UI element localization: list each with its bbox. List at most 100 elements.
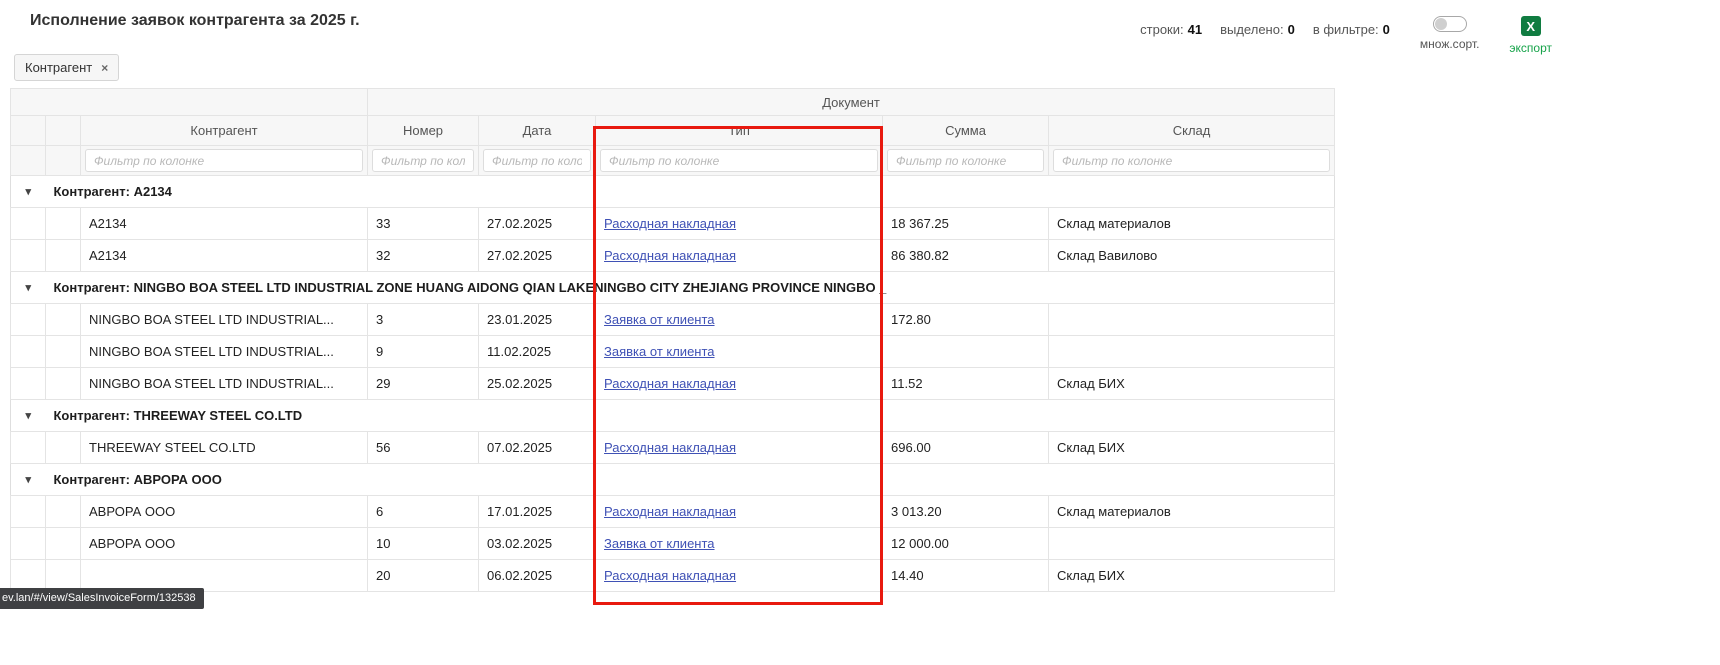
sum-cell	[883, 336, 1049, 368]
row-spacer	[11, 368, 46, 400]
row-spacer	[11, 560, 46, 592]
selected-count: выделено:0	[1220, 22, 1295, 37]
multisort-toggle[interactable]	[1433, 16, 1467, 32]
document-link[interactable]: Заявка от клиента	[604, 536, 714, 551]
number-cell: 9	[368, 336, 479, 368]
number-cell: 32	[368, 240, 479, 272]
type-cell: Расходная накладная	[596, 240, 883, 272]
filter-input-type[interactable]	[600, 149, 878, 172]
table-row[interactable]: THREEWAY STEEL CO.LTD5607.02.2025Расходн…	[11, 432, 1335, 464]
group-label: Контрагент: THREEWAY STEEL CO.LTD	[46, 400, 1335, 432]
filter-input-warehouse[interactable]	[1053, 149, 1330, 172]
document-link[interactable]: Расходная накладная	[604, 376, 736, 391]
number-cell: 29	[368, 368, 479, 400]
document-link[interactable]: Расходная накладная	[604, 248, 736, 263]
group-label: Контрагент: АВРОРА ООО	[46, 464, 1335, 496]
group-collapse-icon[interactable]: ▾	[11, 400, 46, 432]
group-label: Контрагент: А2134	[46, 176, 1335, 208]
table-row[interactable]: 2006.02.2025 Расходная накладная 14.40Скла…	[11, 560, 1335, 592]
row-selector	[46, 560, 81, 592]
table-row[interactable]: АВРОРА ООО1003.02.2025Заявка от клиента1…	[11, 528, 1335, 560]
table-row[interactable]: АВРОРА ООО617.01.2025 Расходная накладная…	[11, 496, 1335, 528]
column-header-sum[interactable]: Сумма	[883, 116, 1049, 146]
chip-remove-icon[interactable]: ×	[101, 62, 108, 74]
row-selector	[46, 208, 81, 240]
row-spacer	[11, 528, 46, 560]
type-cell: Расходная накладная	[596, 496, 883, 528]
group-row: ▾Контрагент: NINGBO BOA STEEL LTD INDUST…	[11, 272, 1335, 304]
date-cell: 27.02.2025	[479, 240, 596, 272]
warehouse-cell	[1049, 336, 1335, 368]
warehouse-cell: Склад БИХ	[1049, 432, 1335, 464]
selected-count-value: 0	[1288, 22, 1295, 37]
row-selector	[46, 336, 81, 368]
document-group-header: Документ	[368, 89, 1335, 116]
header-blank-area	[11, 89, 368, 116]
column-header-counterparty[interactable]: Контрагент	[81, 116, 368, 146]
table-row[interactable]: NINGBO BOA STEEL LTD INDUSTRIAL...911.02…	[11, 336, 1335, 368]
export-control: X экспорт	[1509, 16, 1552, 55]
group-collapse-icon[interactable]: ▾	[11, 176, 46, 208]
group-row: ▾Контрагент: THREEWAY STEEL CO.LTD	[11, 400, 1335, 432]
counterparty-cell: АВРОРА ООО	[81, 496, 368, 528]
group-collapse-icon[interactable]: ▾	[11, 464, 46, 496]
column-header-date[interactable]: Дата	[479, 116, 596, 146]
filter-input-counterparty[interactable]	[85, 149, 363, 172]
sum-cell: 172.80	[883, 304, 1049, 336]
multisort-label: множ.сорт.	[1420, 37, 1480, 51]
column-header-number[interactable]: Номер	[368, 116, 479, 146]
counterparty-cell: NINGBO BOA STEEL LTD INDUSTRIAL...	[81, 336, 368, 368]
counterparty-cell: АВРОРА ООО	[81, 528, 368, 560]
filter-input-sum[interactable]	[887, 149, 1044, 172]
select-column-header	[46, 116, 81, 146]
document-link[interactable]: Расходная накладная	[604, 504, 736, 519]
type-cell: Расходная накладная	[596, 560, 883, 592]
row-selector	[46, 496, 81, 528]
sum-cell: 12 000.00	[883, 528, 1049, 560]
sum-cell: 14.40	[883, 560, 1049, 592]
table-stats: строки:41 выделено:0 в фильтре:0	[1140, 22, 1390, 37]
document-link[interactable]: Заявка от клиента	[604, 344, 714, 359]
table-row[interactable]: А21343327.02.2025Расходная накладная18 3…	[11, 208, 1335, 240]
active-filters-bar: Контрагент ×	[14, 54, 1720, 84]
table-row[interactable]: NINGBO BOA STEEL LTD INDUSTRIAL...2925.0…	[11, 368, 1335, 400]
warehouse-cell: Склад БИХ	[1049, 560, 1335, 592]
row-spacer	[11, 208, 46, 240]
table-body: ▾Контрагент: А2134А21343327.02.2025Расхо…	[11, 176, 1335, 592]
group-label: Контрагент: NINGBO BOA STEEL LTD INDUSTR…	[46, 272, 1335, 304]
table-row[interactable]: NINGBO BOA STEEL LTD INDUSTRIAL...323.01…	[11, 304, 1335, 336]
filter-input-number[interactable]	[372, 149, 474, 172]
document-link[interactable]: Расходная накладная	[604, 568, 736, 583]
filter-chip-counterparty[interactable]: Контрагент ×	[14, 54, 119, 81]
column-header-type[interactable]: Тип	[596, 116, 883, 146]
page-title: Исполнение заявок контрагента за 2025 г.	[30, 12, 360, 30]
date-cell: 06.02.2025	[479, 560, 596, 592]
sum-cell: 18 367.25	[883, 208, 1049, 240]
table-row[interactable]: А21343227.02.2025Расходная накладная86 3…	[11, 240, 1335, 272]
number-cell: 20	[368, 560, 479, 592]
sum-cell: 3 013.20	[883, 496, 1049, 528]
document-link[interactable]: Расходная накладная	[604, 216, 736, 231]
date-cell: 17.01.2025	[479, 496, 596, 528]
sum-cell: 696.00	[883, 432, 1049, 464]
document-link[interactable]: Заявка от клиента	[604, 312, 714, 327]
date-cell: 23.01.2025	[479, 304, 596, 336]
export-label: экспорт	[1509, 41, 1552, 55]
excel-export-icon[interactable]: X	[1521, 16, 1541, 36]
column-header-warehouse[interactable]: Склад	[1049, 116, 1335, 146]
group-collapse-icon[interactable]: ▾	[11, 272, 46, 304]
row-spacer	[11, 336, 46, 368]
counterparty-cell: А2134	[81, 208, 368, 240]
expand-column-header	[11, 116, 46, 146]
row-spacer	[11, 240, 46, 272]
warehouse-cell: Склад БИХ	[1049, 368, 1335, 400]
number-cell: 6	[368, 496, 479, 528]
group-row: ▾Контрагент: А2134	[11, 176, 1335, 208]
row-spacer	[11, 496, 46, 528]
group-row: ▾Контрагент: АВРОРА ООО	[11, 464, 1335, 496]
filter-input-date[interactable]	[483, 149, 591, 172]
counterparty-cell	[81, 560, 368, 592]
document-link[interactable]: Расходная накладная	[604, 440, 736, 455]
row-selector	[46, 432, 81, 464]
type-cell: Заявка от клиента	[596, 336, 883, 368]
